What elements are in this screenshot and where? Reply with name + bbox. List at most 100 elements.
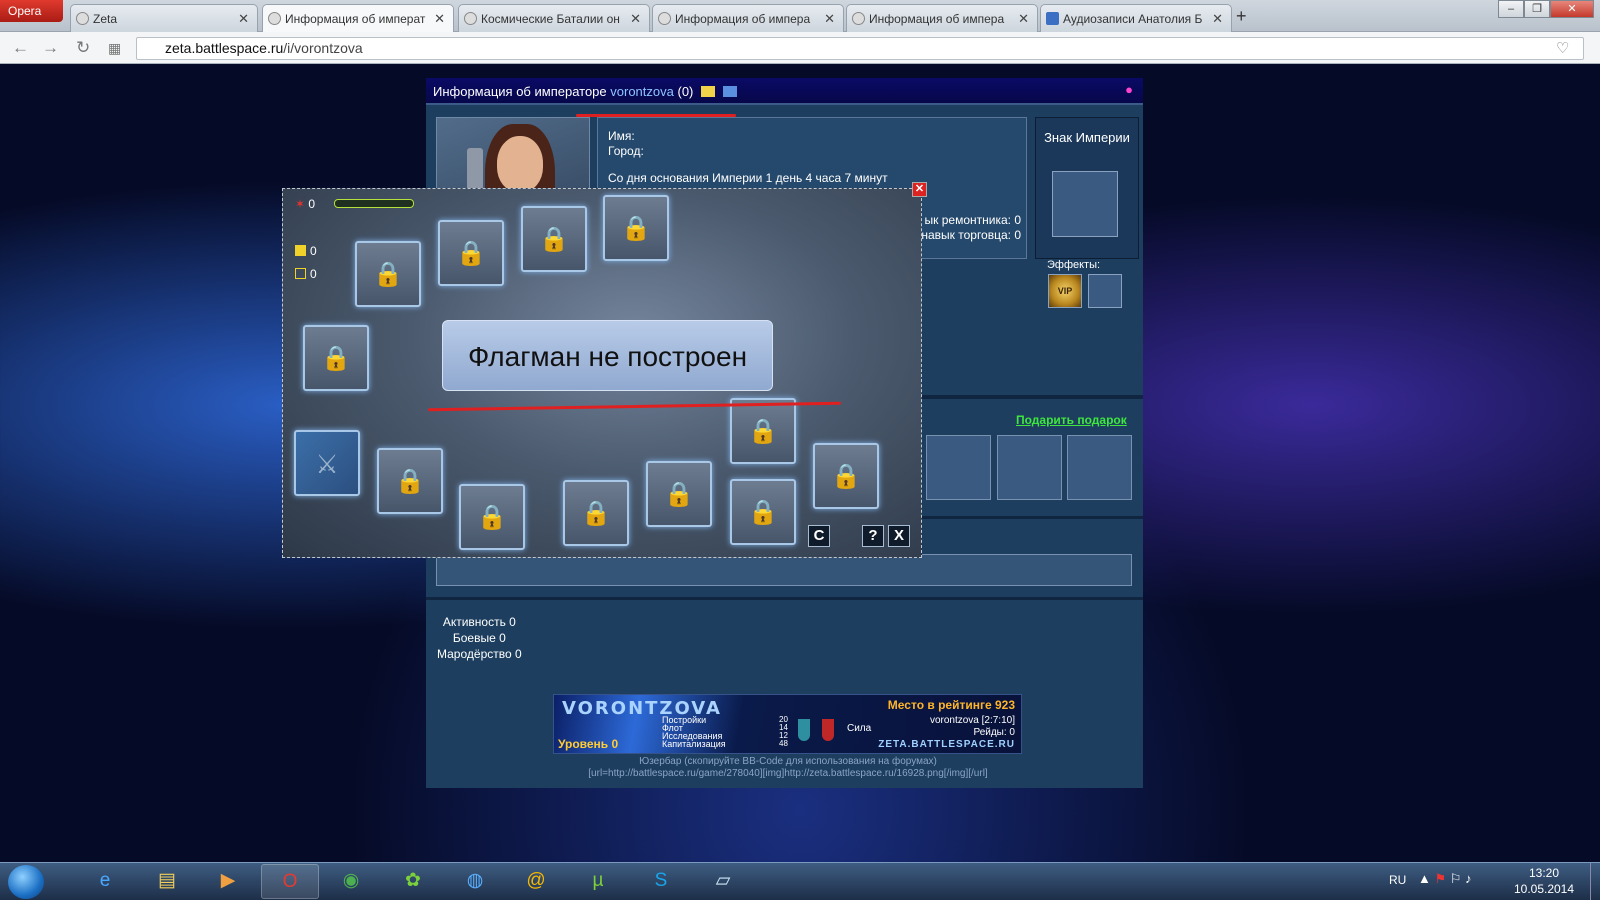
bbcode-field[interactable]	[436, 554, 1132, 586]
tab-label: Zeta	[93, 12, 118, 26]
cube-resource: 0	[295, 244, 317, 258]
new-tab-button[interactable]: +	[1236, 6, 1247, 27]
folder-icon[interactable]: ▤	[138, 864, 196, 899]
action-center-icon[interactable]: ⚐	[1450, 871, 1462, 886]
gift-slot[interactable]	[1067, 435, 1132, 500]
ub-row-label: Капитализация	[662, 739, 726, 749]
emblem-slot[interactable]	[1052, 171, 1118, 237]
media-player-icon[interactable]: ▶	[199, 864, 257, 899]
locked-slot[interactable]: 🔒	[603, 195, 669, 261]
locked-slot[interactable]: 🔒	[813, 443, 879, 509]
close-tab-icon[interactable]: ✕	[630, 11, 641, 27]
mail-agent-icon[interactable]: @	[507, 864, 565, 899]
notebook-icon[interactable]: ▱	[694, 864, 752, 899]
tab-label: Аудиозаписи Анатолия Б	[1063, 12, 1203, 26]
activity-stats: Активность 0 Боевые 0 Мародёрство 0	[437, 614, 522, 662]
close-popup-button[interactable]: X	[888, 525, 910, 547]
mail-icon[interactable]	[701, 86, 715, 97]
refresh-button[interactable]: C	[808, 525, 830, 547]
activity-stat: Активность 0	[442, 615, 516, 629]
maximize-button[interactable]: ❐	[1524, 0, 1550, 18]
locked-slot[interactable]: 🔒	[303, 325, 369, 391]
language-indicator[interactable]: RU	[1389, 873, 1406, 887]
locked-slot[interactable]: 🔒	[521, 206, 587, 272]
locked-slot[interactable]: 🔒	[438, 220, 504, 286]
back-icon[interactable]: ←	[12, 38, 29, 58]
tab-emperor-info-3[interactable]: Информация об импера ✕	[846, 4, 1038, 32]
userbar-banner[interactable]: VORONTZOVA Уровень 0 Постройки Флот Иссл…	[553, 694, 1022, 754]
close-tab-icon[interactable]: ✕	[1212, 11, 1223, 27]
blue-shield-icon	[798, 719, 810, 741]
like-icon[interactable]	[722, 86, 737, 97]
show-desktop-button[interactable]	[1590, 863, 1600, 900]
effect-slot-empty[interactable]	[1088, 274, 1122, 308]
stars-value: 0	[308, 197, 316, 211]
icq-icon[interactable]: ✿	[384, 864, 442, 899]
locked-slot[interactable]: 🔒	[730, 479, 796, 545]
close-tab-icon[interactable]: ✕	[238, 11, 249, 27]
locked-slot[interactable]: 🔒	[377, 448, 443, 514]
start-button[interactable]	[8, 865, 44, 899]
utorrent-icon[interactable]: µ	[569, 864, 627, 899]
opera-icon[interactable]: O	[261, 864, 319, 899]
vip-effect-icon[interactable]: VIP	[1048, 274, 1082, 308]
locked-slot[interactable]: 🔒	[730, 398, 796, 464]
close-window-button[interactable]: ✕	[1550, 0, 1594, 18]
globe-icon	[76, 12, 89, 25]
locked-slot[interactable]: 🔒	[459, 484, 525, 550]
close-tab-icon[interactable]: ✕	[434, 11, 445, 27]
trade-skill: навык торговца: 0	[921, 228, 1021, 242]
userbar-caption: Юзербар (скопируйте BB-Code для использо…	[573, 756, 1003, 780]
cube-outline-resource: 0	[295, 267, 317, 281]
globe-icon	[852, 12, 865, 25]
divider	[921, 395, 1143, 399]
tab-zeta[interactable]: Zeta ✕	[70, 4, 258, 32]
url-field[interactable]: zeta.battlespace.ru/i/vorontzova	[136, 37, 1584, 60]
locked-slot[interactable]: 🔒	[563, 480, 629, 546]
give-gift-link[interactable]: Подарить подарок	[1016, 413, 1127, 427]
close-tab-icon[interactable]: ✕	[824, 11, 835, 27]
reload-icon[interactable]: ↻	[76, 38, 90, 58]
userbar-power: Сила	[847, 723, 872, 734]
ie-icon[interactable]: e	[76, 864, 134, 899]
combat-stat: Боевые 0	[452, 631, 506, 645]
weapon-slot[interactable]: ⚔	[294, 430, 360, 496]
skype-icon[interactable]: S	[632, 864, 690, 899]
tray-arrow-icon[interactable]: ▲	[1418, 871, 1431, 886]
tab-audio[interactable]: Аудиозаписи Анатолия Б ✕	[1040, 4, 1232, 32]
gift-slot[interactable]	[926, 435, 991, 500]
tab-label: Информация об импера	[675, 12, 811, 26]
userbar-stat-labels: Постройки Флот Исследования Капитализаци…	[662, 716, 726, 749]
popup-close-icon[interactable]: ✕	[912, 182, 927, 197]
location-pin-icon[interactable]: ●	[1125, 82, 1133, 97]
tab-label: Космические Баталии он	[481, 12, 620, 26]
weapon-icon: ⚔	[315, 449, 339, 479]
gift-slot[interactable]	[997, 435, 1062, 500]
tab-emperor-info-1[interactable]: Информация об императ ✕	[262, 4, 454, 32]
opera-menu-button[interactable]: Opera	[0, 0, 63, 22]
forward-icon[interactable]: →	[42, 38, 59, 58]
speed-dial-icon[interactable]: ▦	[108, 40, 121, 57]
emperor-name-link[interactable]: vorontzova	[610, 84, 674, 99]
userbar-bbcode[interactable]: [url=http://battlespace.ru/game/278040][…	[573, 768, 1003, 780]
locked-slot[interactable]: 🔒	[355, 241, 421, 307]
close-tab-icon[interactable]: ✕	[1018, 11, 1029, 27]
emblem-title: Знак Империи	[1044, 130, 1130, 145]
bookmark-heart-icon[interactable]: ♡	[1556, 39, 1569, 57]
popup-stars: ✶ 0	[295, 197, 315, 211]
tab-space-battles[interactable]: Космические Баталии он ✕	[458, 4, 650, 32]
lock-icon: 🔒	[581, 500, 611, 527]
city-label: Город:	[608, 144, 644, 158]
network-globe-icon[interactable]: ◍	[446, 864, 504, 899]
clock[interactable]: 13:20 10.05.2014	[1509, 865, 1579, 897]
help-button[interactable]: ?	[862, 525, 884, 547]
globe-icon	[268, 12, 281, 25]
chrome-icon[interactable]: ◉	[322, 864, 380, 899]
userbar-caption-text: Юзербар (скопируйте BB-Code для использо…	[639, 756, 937, 767]
network-warning-icon[interactable]: ⚑	[1435, 871, 1447, 886]
tab-emperor-info-2[interactable]: Информация об импера ✕	[652, 4, 844, 32]
locked-slot[interactable]: 🔒	[646, 461, 712, 527]
minimize-button[interactable]: –	[1498, 0, 1524, 18]
volume-icon[interactable]: ♪	[1465, 871, 1472, 886]
taskbar: e ▤ ▶ O ◉ ✿ ◍ @ µ S ▱ RU ▲ ⚑ ⚐ ♪ 13:20 1…	[0, 862, 1600, 900]
